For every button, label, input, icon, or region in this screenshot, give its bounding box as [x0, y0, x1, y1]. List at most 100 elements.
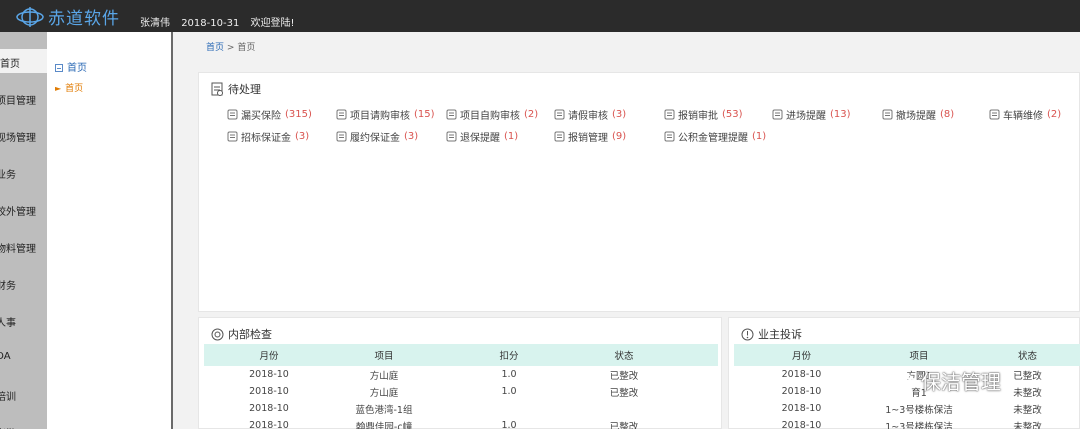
collapse-icon[interactable] — [55, 64, 63, 72]
clipboard-check-icon — [336, 109, 350, 120]
table-cell: 2018-10 — [781, 420, 822, 429]
column-header[interactable]: 状态 — [584, 344, 664, 366]
table-row[interactable]: 2018-10 1~3号楼栋保洁 未整改 — [734, 417, 1080, 429]
column-header[interactable]: 月份 — [734, 344, 869, 366]
table-cell: 蓝色港湾-1组 — [355, 404, 413, 416]
table-cell — [664, 400, 718, 417]
menu-item-hr[interactable]: 人事 — [0, 308, 47, 332]
breadcrumb-separator: > — [226, 43, 235, 53]
todo-item[interactable]: 车辆维修 (2) — [989, 107, 1061, 122]
menu-item-label: 项目管理 — [0, 96, 36, 107]
inspection-body: 2018-10 方山庭 1.0 已整改 2018-10 方山庭 1.0 已整改 2018-10 蓝… — [204, 366, 718, 429]
menu-item-external[interactable]: 校外管理 — [0, 197, 47, 221]
todo-item-count: (3) — [612, 109, 627, 120]
user-info: 张清伟 2018-10-31 欢迎登陆! — [140, 14, 303, 29]
tree-leaf-home[interactable]: ► 首页 — [55, 81, 83, 94]
table-cell: 2018-10 — [781, 386, 822, 397]
todo-item[interactable]: 请假审核 (3) — [554, 107, 626, 122]
breadcrumb: 首页 > 首页 — [206, 40, 255, 53]
table-cell — [434, 400, 584, 417]
todo-panel: 待处理 漏买保险 (315) 项目请购审核 (15) 项目自购审核 (2) 请假审核 (3) 报… — [198, 72, 1080, 312]
table-cell: 1~3号楼栋保洁 — [885, 421, 953, 429]
todo-item-label: 退保提醒 — [460, 133, 500, 144]
wechat-icon — [895, 372, 917, 389]
todo-item-label: 招标保证金 — [241, 133, 291, 144]
todo-item[interactable]: 退保提醒 (1) — [446, 129, 518, 144]
table-cell: 1.0 — [501, 386, 517, 397]
column-header[interactable]: 状态 — [969, 344, 1080, 366]
table-row[interactable]: 2018-10 方山庭 1.0 已整改 — [204, 383, 718, 400]
table-row[interactable]: 2018-10 1~3号楼栋保洁 未整改 — [734, 400, 1080, 417]
todo-item-count: (9) — [612, 131, 627, 142]
column-header[interactable]: 项目 — [334, 344, 434, 366]
menu-item-home[interactable]: 首页 — [0, 49, 47, 73]
menu-item-business[interactable]: 业务 — [0, 160, 47, 184]
todo-item[interactable]: 报销管理 (9) — [554, 129, 626, 144]
enter-icon — [772, 109, 786, 120]
menu-item-training[interactable]: 培训 — [0, 382, 47, 406]
menu-item-oa[interactable]: OA — [0, 345, 47, 369]
todo-item[interactable]: 漏买保险 (315) — [227, 107, 312, 122]
table-row[interactable]: 2018-10 蓝色港湾-1组 — [204, 400, 718, 417]
table-cell: 2018-10 — [249, 403, 289, 414]
tree-root-home[interactable]: 首页 — [55, 59, 87, 74]
table-cell — [664, 417, 718, 429]
user-name: 张清伟 — [140, 18, 170, 29]
table-cell: 已整改 — [609, 421, 639, 429]
menu-item-material[interactable]: 物料管理 — [0, 234, 47, 258]
table-cell: 方山庭 — [369, 387, 399, 399]
menu-item-label: 培训 — [0, 392, 16, 403]
table-cell: 方山庭 — [369, 370, 399, 382]
complaint-icon — [741, 328, 754, 340]
todo-title-text: 待处理 — [228, 83, 261, 96]
money-shield-icon — [227, 131, 241, 142]
report-icon — [554, 131, 568, 142]
todo-item[interactable]: 公积金管理提醒 (1) — [664, 129, 766, 144]
nav-tree: 首页 ► 首页 — [47, 32, 171, 429]
document-edit-icon — [446, 109, 460, 120]
todo-item[interactable]: 进场提醒 (13) — [772, 107, 851, 122]
todo-item-label: 进场提醒 — [786, 111, 826, 122]
todo-item-count: (13) — [830, 109, 851, 120]
todo-item-label: 报销审批 — [678, 111, 718, 122]
menu-item-label: 人事 — [0, 318, 16, 329]
todo-item-label: 项目请购审核 — [350, 111, 410, 122]
receipt-icon — [664, 109, 678, 120]
table-row[interactable]: 2018-10 方山庭 1.0 已整改 — [204, 366, 718, 383]
badge-icon — [336, 131, 350, 142]
todo-item[interactable]: 撤场提醒 (8) — [882, 107, 954, 122]
breadcrumb-home-link[interactable]: 首页 — [206, 43, 224, 53]
arrow-right-icon: ► — [55, 84, 62, 93]
menu-item-label: 考勤 — [0, 425, 16, 429]
person-search-icon — [554, 109, 568, 120]
shield-icon — [227, 109, 241, 120]
logo[interactable]: 赤道软件 — [14, 4, 120, 29]
todo-item-label: 履约保证金 — [350, 133, 400, 144]
todo-item[interactable]: 履约保证金 (3) — [336, 129, 418, 144]
menu-item-attendance[interactable]: 考勤 — [0, 419, 47, 429]
house-icon — [664, 131, 678, 142]
task-list-icon — [211, 82, 223, 96]
column-header[interactable]: 项目 — [869, 344, 969, 366]
todo-item-label: 报销管理 — [568, 133, 608, 144]
todo-panel-title: 待处理 — [211, 81, 261, 97]
menu-item-finance[interactable]: 财务 — [0, 271, 47, 295]
inspection-panel: 内部检查 月份 项目 扣分 状态 2018-10 方山庭 1.0 已整改 2018-10… — [198, 317, 722, 429]
column-header[interactable]: 月份 — [204, 344, 334, 366]
column-header[interactable]: 扣分 — [434, 344, 584, 366]
todo-item-count: (3) — [295, 131, 310, 142]
menu-item-site[interactable]: 现场管理 — [0, 123, 47, 147]
menu-item-project[interactable]: 项目管理 — [0, 86, 47, 110]
table-row[interactable]: 2018-10 翰鼎佳园-c幢 1.0 已整改 — [204, 417, 718, 429]
todo-item[interactable]: 项目自购审核 (2) — [446, 107, 538, 122]
table-cell: 1.0 — [501, 420, 517, 429]
todo-item[interactable]: 报销审批 (53) — [664, 107, 743, 122]
todo-item-label: 项目自购审核 — [460, 111, 520, 122]
todo-item[interactable]: 招标保证金 (3) — [227, 129, 309, 144]
exit-icon — [882, 109, 896, 120]
todo-item[interactable]: 项目请购审核 (15) — [336, 107, 435, 122]
logo-text: 赤道软件 — [48, 9, 120, 29]
tree-root-label: 首页 — [67, 63, 87, 74]
todo-item-count: (53) — [722, 109, 743, 120]
table-cell: 已整改 — [609, 370, 639, 382]
